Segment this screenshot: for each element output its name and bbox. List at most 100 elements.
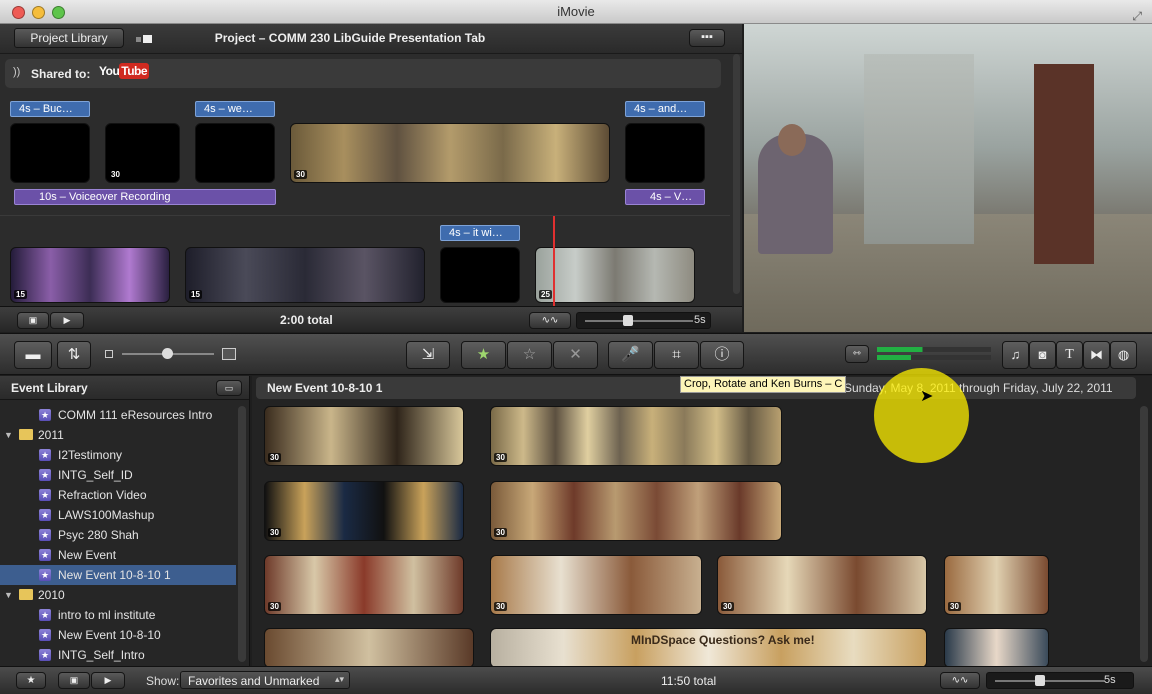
event-clip[interactable]: 30	[264, 481, 464, 541]
event-title: New Event 10-8-10 1	[267, 381, 383, 395]
youtube-logo[interactable]: You Tube	[99, 63, 150, 79]
event-clip[interactable]: 30	[944, 555, 1049, 615]
clip-label[interactable]: 4s – Buc…	[10, 101, 90, 117]
back-label: Project Library	[30, 31, 108, 45]
disclosure-triangle-icon[interactable]: ▼	[4, 425, 13, 445]
project-clip[interactable]: 15	[185, 247, 425, 303]
waveform-button[interactable]: ∿∿	[529, 312, 571, 329]
clip-duration: 30	[109, 170, 122, 179]
clip-duration: 30	[721, 602, 734, 611]
add-star-button[interactable]: ★	[16, 672, 46, 689]
cursor-highlight	[874, 368, 969, 463]
audio-adjust-button[interactable]: ⇿	[845, 345, 869, 363]
title-text-icon[interactable]: T	[1056, 341, 1083, 369]
clip-label[interactable]: 4s – we…	[195, 101, 275, 117]
event-item[interactable]: ★ New Event	[0, 545, 236, 565]
event-label: INTG_Self_ID	[58, 468, 133, 482]
project-clip[interactable]	[625, 123, 705, 183]
project-footer: ▣ ▶ 2:00 total ∿∿ 5s	[0, 306, 742, 332]
project-options-button[interactable]: ▪▪▪	[689, 29, 725, 47]
event-clip[interactable]: 30	[264, 406, 464, 466]
event-clip[interactable]	[264, 628, 474, 668]
project-clip[interactable]	[195, 123, 275, 183]
event-clip[interactable]: 30	[490, 406, 782, 466]
slider-knob[interactable]	[162, 348, 173, 359]
project-clip[interactable]	[10, 123, 90, 183]
play-button[interactable]: ▶	[91, 672, 125, 689]
share-bar: )) Shared to: You Tube	[5, 59, 721, 88]
clip-label[interactable]: 4s – and…	[625, 101, 705, 117]
event-clip[interactable]: 30	[490, 481, 782, 541]
mouse-cursor-icon: ➤	[920, 388, 934, 405]
voiceover-clip[interactable]: 10s – Voiceover Recording	[14, 189, 276, 205]
play-fullscreen-button[interactable]: ▣	[58, 672, 90, 689]
clip-duration: 15	[14, 290, 27, 299]
year-folder[interactable]: ▼ 2010	[0, 585, 236, 605]
reject-x-icon[interactable]: ✕	[553, 341, 598, 369]
clip-label[interactable]: 4s – it wi…	[440, 225, 520, 241]
year-folder[interactable]: ▼ 2011	[0, 425, 236, 445]
photo-camera-icon[interactable]: ◙	[1029, 341, 1056, 369]
dropdown-arrow-icon: ▴▾	[334, 674, 344, 684]
clip-duration: 30	[268, 528, 281, 537]
close-button[interactable]	[12, 6, 25, 19]
play-button[interactable]: ▶	[50, 312, 84, 329]
event-label: COMM 111 eResources Intro	[58, 408, 213, 422]
event-item[interactable]: ★ I2Testimony	[0, 445, 236, 465]
view-toggle-icon[interactable]	[136, 35, 156, 43]
event-item[interactable]: ★ intro to ml institute	[0, 605, 236, 625]
project-clip[interactable]	[440, 247, 520, 303]
sidebar-scrollbar[interactable]	[238, 406, 246, 662]
favorite-star-icon[interactable]: ★	[461, 341, 506, 369]
add-to-project-button[interactable]: ⇲	[406, 341, 450, 369]
camera-import-button[interactable]: ▬	[14, 341, 52, 369]
folder-icon	[19, 589, 33, 600]
event-item[interactable]: ★ New Event 10-8-10	[0, 625, 236, 645]
playhead[interactable]	[553, 216, 555, 306]
project-clip[interactable]: 15	[10, 247, 170, 303]
event-item[interactable]: ★ Psyc 280 Shah	[0, 525, 236, 545]
video-viewer[interactable]	[744, 24, 1152, 332]
project-clip[interactable]: 30	[105, 123, 180, 183]
transitions-icon[interactable]: ⧓	[1083, 341, 1110, 369]
small-thumb-icon	[105, 350, 113, 358]
voiceover-clip[interactable]: 4s – V…	[625, 189, 705, 205]
disk-icon[interactable]: ▭	[216, 380, 242, 396]
project-library-button[interactable]: Project Library	[14, 28, 124, 48]
project-scrollbar[interactable]	[733, 54, 740, 294]
event-clip[interactable]: MInDSpace Questions? Ask me!	[490, 628, 927, 668]
event-item[interactable]: ★ INTG_Self_Intro	[0, 645, 236, 665]
clip-duration: 30	[294, 170, 307, 179]
event-scrollbar[interactable]	[1140, 406, 1148, 662]
project-zoom-slider[interactable]	[576, 312, 711, 329]
project-clip[interactable]: 25	[535, 247, 695, 303]
swap-events-projects-button[interactable]: ⇅	[57, 341, 91, 369]
microphone-icon[interactable]: 🎤	[608, 341, 653, 369]
voiceover-label: 10s – Voiceover Recording	[39, 191, 171, 203]
event-label: INTG_Self_Intro	[58, 648, 145, 662]
event-item[interactable]: ★ COMM 111 eResources Intro	[0, 405, 236, 425]
play-fullscreen-button[interactable]: ▣	[17, 312, 49, 329]
zoom-button[interactable]	[52, 6, 65, 19]
event-item[interactable]: ★ New Event 10-8-10 1	[0, 565, 236, 585]
waveform-button[interactable]: ∿∿	[940, 672, 980, 689]
crop-icon[interactable]: ⌗	[654, 341, 699, 369]
viewer-head	[778, 124, 806, 156]
event-clip[interactable]: 30	[264, 555, 464, 615]
event-clip[interactable]: 30	[490, 555, 702, 615]
minimize-button[interactable]	[32, 6, 45, 19]
show-filter-select[interactable]: Favorites and Unmarked ▴▾	[180, 671, 350, 689]
event-item[interactable]: ★ Refraction Video	[0, 485, 236, 505]
project-clip[interactable]: 30	[290, 123, 610, 183]
disclosure-triangle-icon[interactable]: ▼	[4, 585, 13, 605]
music-icon[interactable]: ♫	[1002, 341, 1029, 369]
unmark-star-icon[interactable]: ☆	[507, 341, 552, 369]
large-thumb-icon	[222, 348, 236, 360]
event-clip[interactable]: 30	[717, 555, 927, 615]
event-item[interactable]: ★ LAWS100Mashup	[0, 505, 236, 525]
globe-icon[interactable]: ◍	[1110, 341, 1137, 369]
event-item[interactable]: ★ INTG_Self_ID	[0, 465, 236, 485]
tooltip: Crop, Rotate and Ken Burns – C	[680, 376, 847, 393]
event-clip[interactable]	[944, 628, 1049, 668]
info-icon[interactable]: ⓘ	[700, 341, 744, 369]
